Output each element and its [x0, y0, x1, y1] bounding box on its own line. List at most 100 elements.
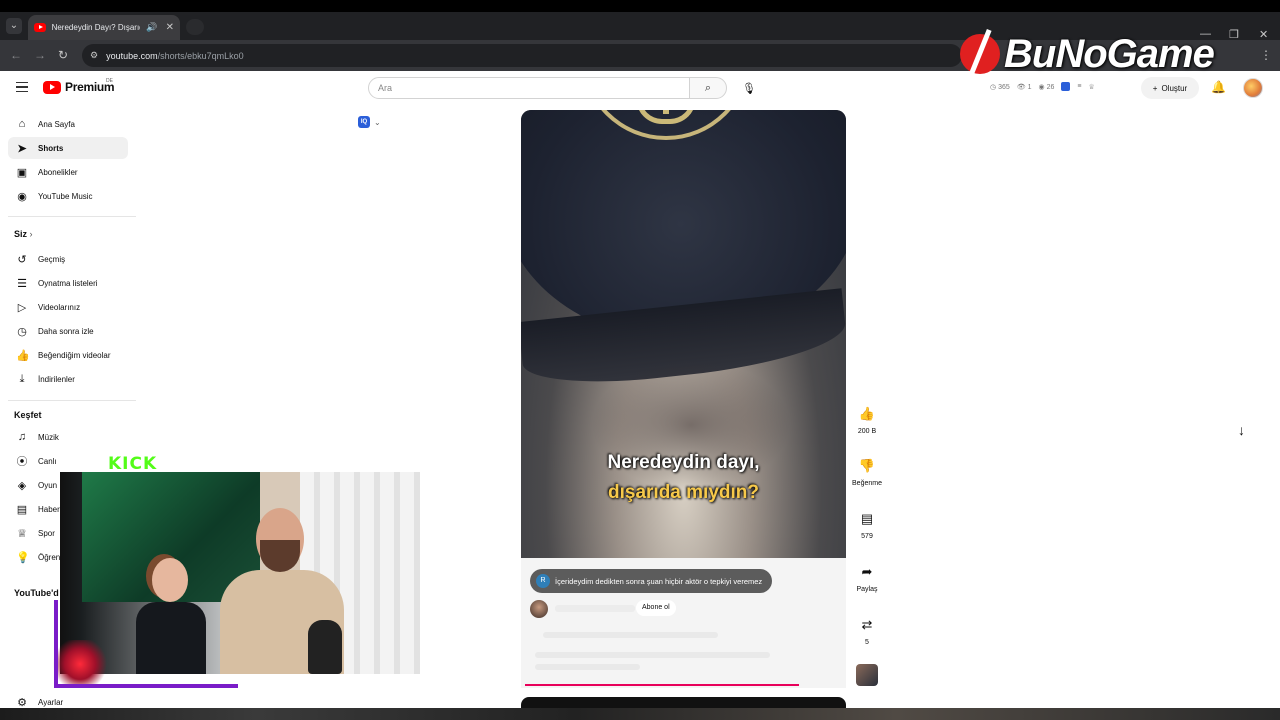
like-icon: 👍: [16, 349, 30, 362]
chevron-down-icon: ⌄: [374, 117, 381, 127]
sidebar-item-label: Ayarlar: [38, 697, 64, 707]
sidebar-item-label: İndirilenler: [38, 374, 75, 384]
extension-stats: ◷ 365 👁 1 ◉ 26 ≡ ♕: [990, 82, 1095, 91]
gaming-icon: ◈: [17, 479, 27, 492]
comment-count: 579: [861, 533, 873, 540]
chevron-right-icon: ›: [29, 229, 33, 239]
music-note-icon: ♫: [17, 431, 27, 443]
comments-button[interactable]: ▤ 579: [849, 511, 885, 540]
short-video-player[interactable]: Neredeydin dayı, dışarıda mıydın?: [521, 110, 846, 558]
sidebar-item-liked-videos[interactable]: 👍 Beğendiğim videolar: [8, 344, 128, 366]
search-icon: ⌕: [704, 81, 712, 94]
browser-tab[interactable]: Neredeydin Dayı? Dışarıda 🔊 ✕: [28, 15, 180, 40]
sidebar-item-label: Canlı: [38, 456, 57, 466]
share-icon: ➦: [861, 564, 873, 579]
new-tab-button[interactable]: [186, 19, 204, 35]
extension-chip[interactable]: IQ ⌄: [358, 116, 381, 128]
queue-icon[interactable]: ≡: [1077, 83, 1081, 90]
bunogame-logo-icon: [960, 34, 1000, 74]
sidebar-item-label: Ana Sayfa: [38, 119, 75, 129]
audio-source-thumbnail[interactable]: [856, 664, 878, 686]
sidebar-item-playlists[interactable]: ☰ Oynatma listeleri: [8, 272, 128, 294]
live-icon: ⦿: [16, 456, 28, 468]
home-icon: ⌂: [18, 118, 26, 130]
extension-icon[interactable]: [1061, 82, 1071, 91]
news-icon: ▤: [16, 503, 28, 516]
description-blurred: [543, 632, 718, 638]
like-button[interactable]: 👍 200 B: [849, 406, 885, 435]
sidebar-item-shorts[interactable]: ➤ Shorts: [8, 137, 128, 159]
site-settings-icon[interactable]: ⚙: [90, 50, 98, 61]
sidebar-item-label: Abonelikler: [38, 167, 78, 177]
thumbs-up-icon: 👍: [858, 406, 876, 421]
sidebar-item-label: Shorts: [38, 143, 64, 153]
sidebar-you-heading[interactable]: Siz ›: [14, 229, 33, 239]
download-icon: ⤓: [19, 372, 25, 385]
iq-icon: IQ: [358, 116, 370, 128]
channel-avatar[interactable]: [530, 600, 548, 618]
sidebar-item-label: Oynatma listeleri: [38, 278, 98, 288]
share-button[interactable]: ➦ Paylaş: [849, 564, 885, 593]
pinned-comment[interactable]: R İçerideydim dedikten sonra şuan hiçbir…: [530, 569, 773, 593]
os-top-bar: [0, 0, 1280, 12]
description-blurred: [535, 664, 640, 670]
sidebar-explore-heading: Keşfet: [14, 410, 42, 420]
url-host: youtube.com: [106, 50, 158, 61]
remix-button[interactable]: ⇄ 5: [849, 617, 885, 646]
channel-name-blurred: [555, 605, 635, 612]
microphone: [308, 620, 342, 674]
share-label: Paylaş: [856, 586, 878, 593]
thumbs-down-icon: 👎: [858, 458, 876, 473]
browser-menu-icon[interactable]: ⋮: [1260, 48, 1272, 62]
video-icon: ▷: [17, 301, 27, 314]
trophy-icon: ♕: [17, 527, 27, 540]
sidebar-item-history[interactable]: ↺ Geçmiş: [8, 248, 128, 270]
mic-button[interactable]: 🎙: [739, 78, 759, 98]
sidebar-divider: [8, 400, 136, 401]
sidebar-item-label: Beğendiğim videolar: [38, 350, 111, 360]
search-input[interactable]: Ara: [368, 77, 690, 99]
tab-title: Neredeydin Dayı? Dışarıda: [51, 23, 141, 32]
account-avatar[interactable]: [1243, 78, 1263, 98]
video-progress-bar[interactable]: [525, 684, 799, 686]
create-button[interactable]: + Oluştur: [1141, 77, 1199, 99]
url-field[interactable]: ⚙ youtube.com/shorts/ebku7qmLko0: [82, 44, 962, 67]
sidebar-item-watch-later[interactable]: ◷ Daha sonra izle: [8, 320, 128, 342]
sidebar-item-label: Oyun: [38, 480, 58, 490]
comment-text: İçerideydim dedikten sonra şuan hiçbir a…: [555, 576, 763, 586]
sidebar-item-label: Geçmiş: [38, 254, 66, 264]
sidebar-item-subscriptions[interactable]: ▣ Abonelikler: [8, 161, 128, 183]
back-icon[interactable]: ←: [10, 48, 22, 62]
background-strip: [0, 708, 1280, 720]
sidebar-item-downloads[interactable]: ⤓ İndirilenler: [8, 368, 128, 390]
sidebar-item-your-videos[interactable]: ▷ Videolarınız: [8, 296, 128, 318]
search-button[interactable]: ⌕: [689, 77, 727, 99]
close-tab-icon[interactable]: ✕: [166, 22, 174, 33]
youtube-logo[interactable]: Premium DE: [43, 78, 115, 94]
search-placeholder: Ara: [378, 83, 393, 93]
like-count: 200 B: [857, 428, 877, 435]
subscribe-button[interactable]: Abone ol: [636, 600, 676, 616]
sidebar-item-music[interactable]: ♫ Müzik: [8, 426, 128, 448]
subscriptions-icon: ▣: [16, 166, 28, 179]
notifications-icon[interactable]: 🔔: [1211, 80, 1226, 94]
award-icon[interactable]: ♕: [1088, 83, 1094, 91]
sidebar-item-label: Daha sonra izle: [38, 326, 94, 336]
speaker-icon[interactable]: 🔊: [146, 22, 157, 33]
short-info-panel: R İçerideydim dedikten sonra şuan hiçbir…: [521, 558, 846, 688]
sidebar-item-youtube-music[interactable]: ◉ YouTube Music: [8, 185, 128, 207]
subtitle-line-1: Neredeydin dayı,: [607, 452, 760, 473]
remix-count: 5: [865, 639, 869, 646]
sidebar-more-heading: YouTube'd: [14, 588, 59, 598]
kick-logo: KICK: [108, 454, 158, 474]
tab-search-button[interactable]: ⌄: [6, 18, 22, 34]
menu-icon[interactable]: [16, 82, 28, 92]
stat-seen: ◉ 26: [1038, 83, 1055, 91]
country-code: DE: [106, 78, 113, 84]
next-short-arrow-icon[interactable]: ↓: [1238, 422, 1245, 438]
reload-icon[interactable]: ↻: [58, 48, 68, 62]
dislike-button[interactable]: 👎 Beğenme: [849, 458, 885, 487]
forward-icon[interactable]: →: [34, 48, 46, 62]
sidebar-item-label: Müzik: [38, 432, 59, 442]
sidebar-item-home[interactable]: ⌂ Ana Sayfa: [8, 113, 128, 135]
